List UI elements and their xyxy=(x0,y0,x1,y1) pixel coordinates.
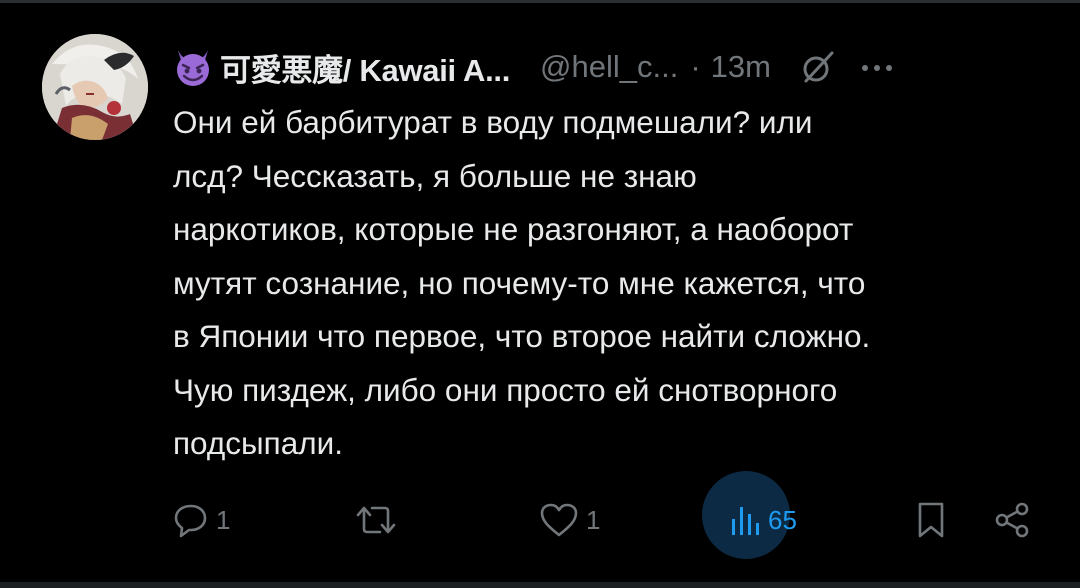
tweet-text: Они ей барбитурат в воду подмешали? или … xyxy=(173,104,871,461)
grok-icon[interactable] xyxy=(801,50,835,84)
separator-dot: · xyxy=(690,49,701,84)
views-analytics-icon xyxy=(732,507,759,535)
views-button[interactable]: 65 xyxy=(728,490,797,550)
heart-icon xyxy=(540,503,578,537)
top-divider xyxy=(0,0,1080,3)
bookmark-icon xyxy=(918,502,944,538)
more-options-icon[interactable] xyxy=(857,50,897,84)
tweet-header: 可愛悪魔/ Kawaii A... @hell_c... · 13m xyxy=(172,42,1042,92)
timestamp[interactable]: 13m xyxy=(711,49,771,85)
repost-button[interactable] xyxy=(354,490,404,550)
repost-icon xyxy=(356,506,396,534)
views-count: 65 xyxy=(768,504,797,535)
user-handle[interactable]: @hell_c... xyxy=(540,49,678,85)
like-button[interactable]: 1 xyxy=(538,490,600,550)
bottom-divider xyxy=(0,582,1080,588)
reply-button[interactable]: 1 xyxy=(172,490,230,550)
share-icon xyxy=(995,502,1029,538)
display-name[interactable]: 可愛悪魔/ Kawaii A... xyxy=(220,45,510,90)
devil-face-emoji-icon xyxy=(177,50,209,86)
reply-icon xyxy=(174,504,207,538)
bookmark-button[interactable] xyxy=(914,490,948,550)
reply-count: 1 xyxy=(216,504,231,535)
tweet-actions-bar: 1 1 65 xyxy=(0,490,1080,550)
avatar[interactable] xyxy=(42,34,148,140)
like-count: 1 xyxy=(586,504,601,535)
share-button[interactable] xyxy=(992,490,1032,550)
